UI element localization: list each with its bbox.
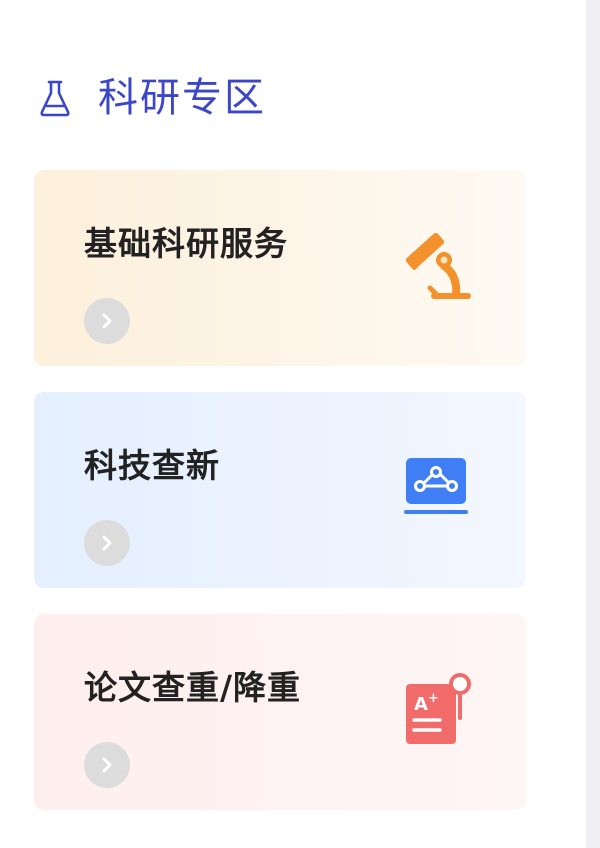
- section-header: 科研专区: [38, 72, 266, 124]
- card-basic-research[interactable]: 基础科研服务: [34, 170, 526, 366]
- chevron-right-icon: [102, 313, 112, 329]
- section-title: 科研专区: [98, 75, 266, 121]
- microscope-icon: [394, 218, 484, 308]
- chevron-right-icon: [102, 535, 112, 551]
- svg-text:+: +: [428, 691, 439, 706]
- chevron-right-icon: [102, 757, 112, 773]
- scrollbar-track[interactable]: [586, 0, 600, 848]
- arrow-button[interactable]: [84, 742, 130, 788]
- arrow-button[interactable]: [84, 298, 130, 344]
- network-monitor-icon: [394, 440, 484, 530]
- card-tech-novelty-search[interactable]: 科技查新: [34, 392, 526, 588]
- card-title: 基础科研服务: [84, 224, 288, 263]
- card-paper-plagiarism-check[interactable]: 论文查重/降重 A +: [34, 614, 526, 810]
- flask-icon: [38, 78, 72, 118]
- paper-check-icon: A +: [394, 662, 484, 752]
- research-zone-panel: 科研专区 基础科研服务 科技查新 论文查重/降重 A +: [0, 0, 586, 848]
- card-title: 论文查重/降重: [84, 668, 302, 707]
- arrow-button[interactable]: [84, 520, 130, 566]
- card-title: 科技查新: [84, 446, 220, 485]
- svg-text:A: A: [414, 694, 428, 715]
